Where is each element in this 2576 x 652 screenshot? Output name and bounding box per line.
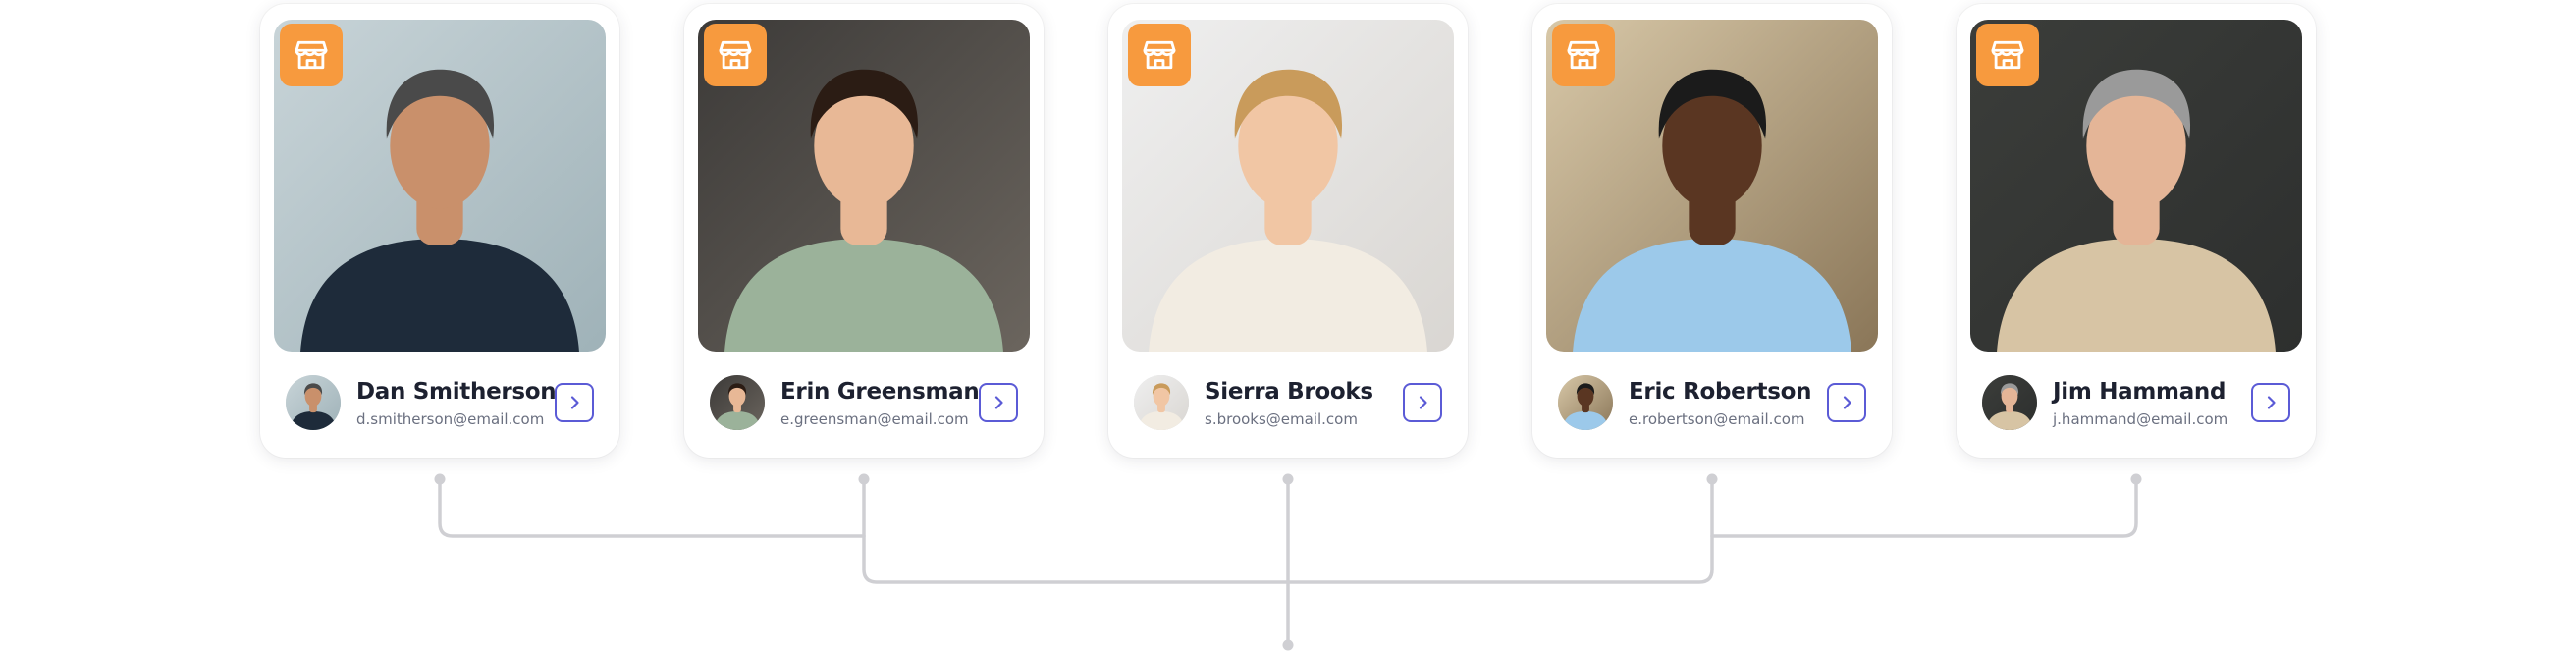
person-name: Jim Hammand bbox=[2053, 379, 2227, 405]
person-email: d.smitherson@email.com bbox=[356, 410, 545, 428]
open-profile-button[interactable] bbox=[1403, 383, 1442, 422]
card-footer: Jim Hammand j.hammand@email.com bbox=[1982, 375, 2290, 430]
open-profile-button[interactable] bbox=[555, 383, 594, 422]
person-name: Eric Robertson bbox=[1629, 379, 1812, 405]
person-card-4[interactable]: Jim Hammand j.hammand@email.com bbox=[1957, 4, 2316, 458]
store-badge bbox=[1128, 24, 1191, 86]
person-email: e.robertson@email.com bbox=[1629, 410, 1805, 428]
avatar bbox=[1558, 375, 1613, 430]
chevron-right-icon bbox=[989, 393, 1008, 412]
chevron-right-icon bbox=[2261, 393, 2281, 412]
storefront-icon bbox=[1989, 36, 2026, 74]
connector-line bbox=[1710, 477, 2138, 538]
card-footer: Eric Robertson e.robertson@email.com bbox=[1558, 375, 1866, 430]
card-footer: Erin Greensman e.greensman@email.com bbox=[710, 375, 1018, 430]
connector-line bbox=[438, 477, 866, 538]
chevron-right-icon bbox=[1413, 393, 1432, 412]
avatar bbox=[286, 375, 341, 430]
card-footer: Sierra Brooks s.brooks@email.com bbox=[1134, 375, 1442, 430]
person-name: Sierra Brooks bbox=[1205, 379, 1373, 405]
store-badge bbox=[704, 24, 767, 86]
connector-node bbox=[434, 473, 446, 485]
storefront-icon bbox=[1141, 36, 1178, 74]
connector-node bbox=[858, 473, 870, 485]
storefront-icon bbox=[1565, 36, 1602, 74]
person-email: j.hammand@email.com bbox=[2053, 410, 2228, 428]
person-card-3[interactable]: Eric Robertson e.robertson@email.com bbox=[1532, 4, 1892, 458]
open-profile-button[interactable] bbox=[979, 383, 1018, 422]
person-card-0[interactable]: Dan Smitherson d.smitherson@email.com bbox=[260, 4, 619, 458]
open-profile-button[interactable] bbox=[1827, 383, 1866, 422]
chevron-right-icon bbox=[564, 393, 584, 412]
person-name: Erin Greensman bbox=[780, 379, 980, 405]
store-badge bbox=[280, 24, 343, 86]
chevron-right-icon bbox=[1837, 393, 1856, 412]
connector-node bbox=[1706, 473, 1718, 485]
connector-node bbox=[1282, 639, 1294, 651]
avatar bbox=[1134, 375, 1189, 430]
avatar bbox=[1982, 375, 2037, 430]
person-name: Dan Smitherson bbox=[356, 379, 557, 405]
person-email: s.brooks@email.com bbox=[1205, 410, 1358, 428]
person-card-2[interactable]: Sierra Brooks s.brooks@email.com bbox=[1108, 4, 1468, 458]
person-card-1[interactable]: Erin Greensman e.greensman@email.com bbox=[684, 4, 1044, 458]
connector-node bbox=[2130, 473, 2142, 485]
avatar bbox=[710, 375, 765, 430]
storefront-icon bbox=[717, 36, 754, 74]
org-chart: Dan Smitherson d.smitherson@email.com Er… bbox=[0, 0, 2576, 652]
card-footer: Dan Smitherson d.smitherson@email.com bbox=[286, 375, 594, 430]
store-badge bbox=[1976, 24, 2039, 86]
storefront-icon bbox=[293, 36, 330, 74]
store-badge bbox=[1552, 24, 1615, 86]
open-profile-button[interactable] bbox=[2251, 383, 2290, 422]
person-email: e.greensman@email.com bbox=[780, 410, 969, 428]
connector-node bbox=[1282, 473, 1294, 485]
